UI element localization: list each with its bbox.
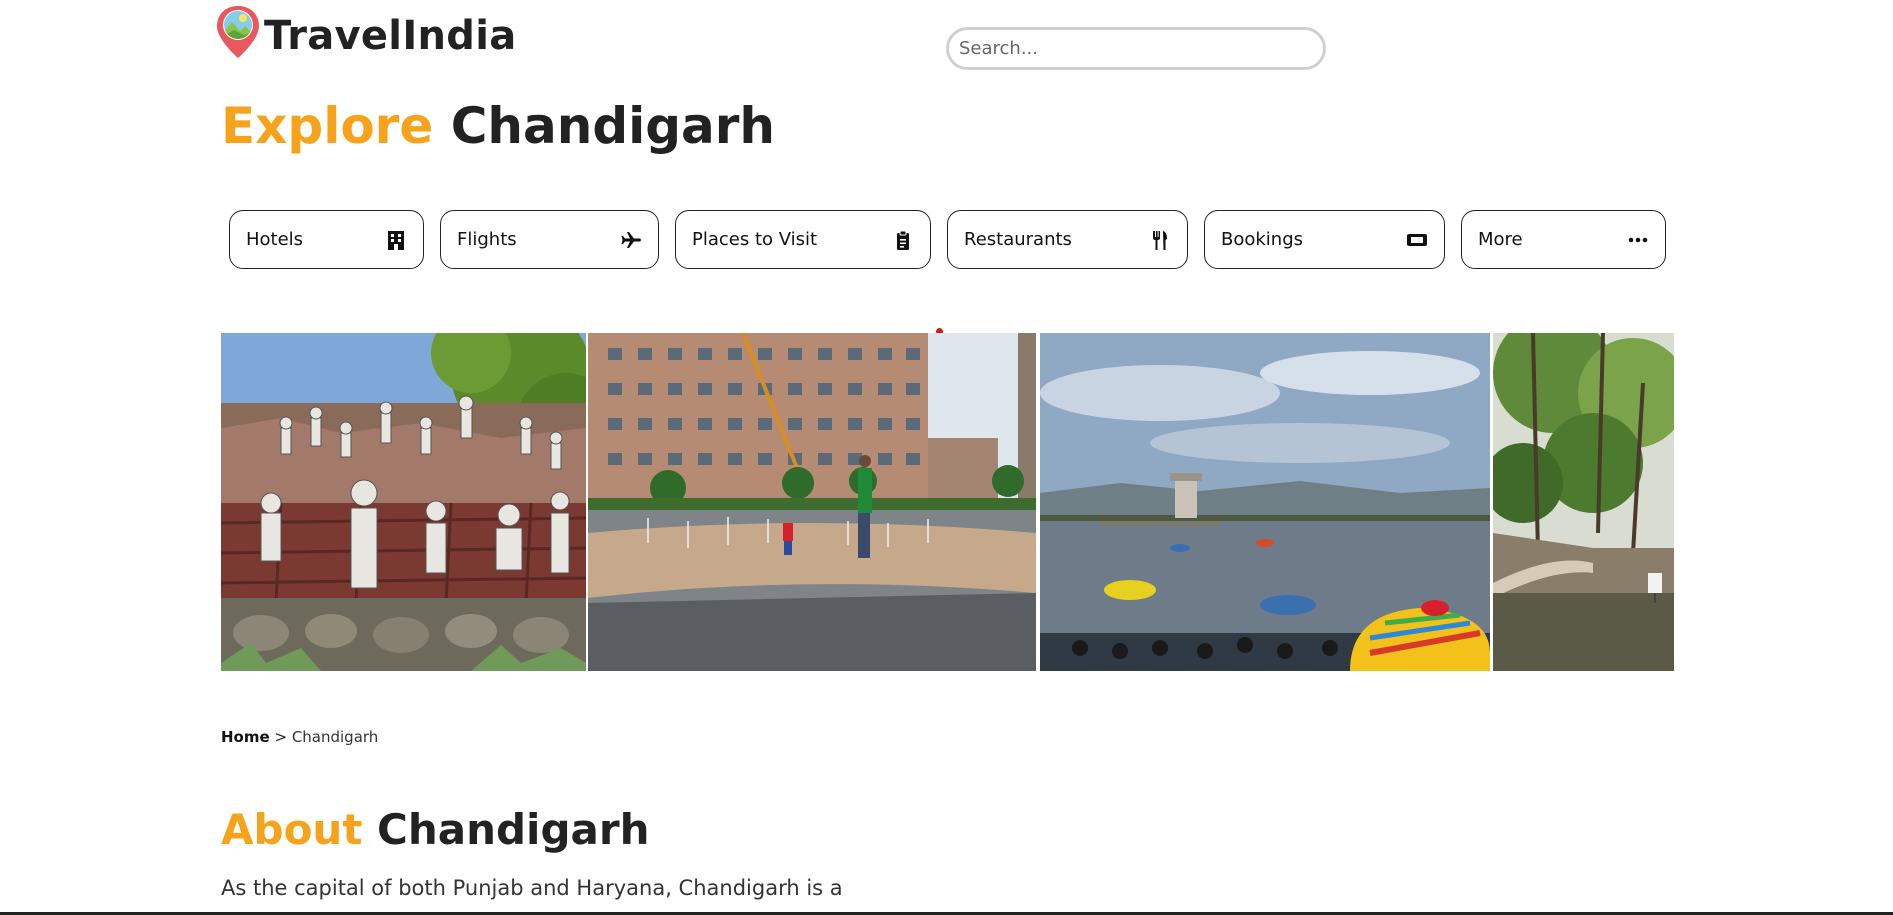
category-restaurants-button[interactable]: Restaurants	[947, 210, 1188, 269]
about-title-accent: About	[221, 805, 363, 854]
plaza-fountain-building-photo[interactable]	[588, 333, 1036, 671]
page-title-city: Chandigarh	[450, 97, 776, 155]
category-restaurants-label: Restaurants	[964, 229, 1072, 250]
plane-icon	[620, 229, 642, 251]
logo-text: TravelIndia	[264, 13, 517, 59]
rock-garden-sculptures-photo[interactable]	[221, 333, 586, 671]
hotel-icon	[385, 229, 407, 251]
location-pin-icon	[217, 6, 259, 58]
logo[interactable]: TravelIndia	[214, 4, 517, 60]
category-more-label: More	[1478, 229, 1523, 250]
about-title-city: Chandigarh	[377, 805, 650, 854]
category-flights-button[interactable]: Flights	[440, 210, 659, 269]
page-title-accent: Explore	[221, 97, 434, 155]
category-places-label: Places to Visit	[692, 229, 818, 250]
breadcrumb: Home > Chandigarh	[221, 728, 378, 746]
search-input[interactable]	[946, 27, 1326, 70]
category-hotels-button[interactable]: Hotels	[229, 210, 424, 269]
category-places-button[interactable]: Places to Visit	[675, 210, 931, 269]
category-more-button[interactable]: More	[1461, 210, 1666, 269]
breadcrumb-current: Chandigarh	[291, 728, 379, 746]
ellipsis-icon	[1627, 229, 1649, 251]
sukhna-lake-boats-photo[interactable]	[1040, 333, 1490, 671]
breadcrumb-home-link[interactable]: Home	[221, 728, 270, 746]
garden-pond-trees-photo[interactable]	[1493, 333, 1674, 671]
about-title: About Chandigarh	[221, 804, 649, 856]
category-bookings-button[interactable]: Bookings	[1204, 210, 1445, 269]
category-hotels-label: Hotels	[246, 229, 304, 250]
clipboard-icon	[892, 229, 914, 251]
about-text: As the capital of both Punjab and Haryan…	[221, 876, 843, 915]
utensils-icon	[1149, 229, 1171, 251]
ticket-icon	[1406, 229, 1428, 251]
page-title: Explore Chandigarh	[221, 96, 775, 156]
category-bookings-label: Bookings	[1221, 229, 1304, 250]
breadcrumb-separator: >	[274, 728, 288, 746]
photo-gallery[interactable]	[221, 333, 1674, 671]
category-flights-label: Flights	[457, 229, 517, 250]
